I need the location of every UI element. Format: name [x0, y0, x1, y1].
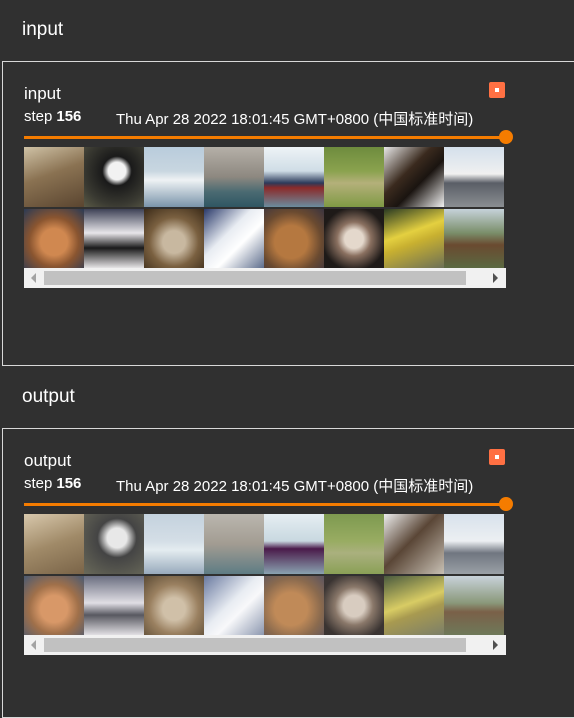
image-tile-dog-long-hair-recon [84, 576, 144, 636]
image-tile-dog-shih-tzu-recon [324, 576, 384, 636]
section-header-input[interactable]: input [0, 0, 574, 60]
scroll-right-icon[interactable] [493, 640, 498, 650]
scroll-right-icon[interactable] [493, 273, 498, 283]
image-tile-boat [144, 147, 204, 207]
step-label: step [24, 108, 53, 125]
image-tile-dog-black-white [84, 147, 144, 207]
image-tile-car-yellow-recon [384, 576, 444, 636]
scroll-left-icon[interactable] [31, 640, 36, 650]
image-tile-horse-head-recon [384, 514, 444, 574]
step-info: step 156 Thu Apr 28 2022 18:01:45 GMT+08… [24, 475, 506, 495]
image-tile-dog-shih-tzu [324, 209, 384, 269]
timestamp: Thu Apr 28 2022 18:01:45 GMT+0800 (中国标准时… [116, 478, 474, 495]
image-tile-boat-recon [144, 514, 204, 574]
scrollbar-thumb[interactable] [44, 638, 466, 652]
step-slider[interactable] [24, 130, 513, 144]
image-tile-bird-white-recon [204, 576, 264, 636]
slider-thumb[interactable] [499, 130, 513, 144]
image-grid [24, 147, 506, 269]
image-card-output: output step 156 Thu Apr 28 2022 18:01:45… [2, 428, 574, 718]
image-tile-cat-orange [24, 209, 84, 269]
image-tile-airplane [444, 147, 504, 207]
image-tile-cat-orange-recon [24, 576, 84, 636]
image-tile-dog-brown [264, 209, 324, 269]
step-label: step [24, 475, 53, 492]
step-value: 156 [56, 475, 82, 492]
horizontal-scrollbar[interactable] [24, 635, 506, 655]
section-header-output[interactable]: output [0, 367, 574, 427]
slider-thumb[interactable] [499, 497, 513, 511]
image-tile-cat-tabby-recon [144, 576, 204, 636]
expand-icon[interactable] [489, 82, 505, 98]
image-tile-dog-recon [84, 514, 144, 574]
scrollbar-thumb[interactable] [44, 271, 466, 285]
image-tile-ship [264, 147, 324, 207]
image-tile-deer-recon [324, 514, 384, 574]
slider-track [24, 136, 506, 139]
image-tile-horse-rider [24, 147, 84, 207]
image-tile-horse-brown-recon [444, 576, 504, 636]
expand-icon[interactable] [489, 449, 505, 465]
image-tile-ship-recon [264, 514, 324, 574]
card-title: input [24, 84, 61, 103]
image-tile-cat-tabby [144, 209, 204, 269]
step-slider[interactable] [24, 497, 513, 511]
image-tile-bird-white [204, 209, 264, 269]
image-tile-horse-brown [444, 209, 504, 269]
card-title: output [24, 451, 72, 470]
image-tile-deer [324, 147, 384, 207]
image-tile-horse-head [384, 147, 444, 207]
image-tile-airplane-recon [444, 514, 504, 574]
image-tile-dog-brown-recon [264, 576, 324, 636]
section-header-label: input [22, 19, 64, 40]
image-tile-horse-rider-recon [24, 514, 84, 574]
step-value: 156 [56, 108, 82, 125]
section-header-label: output [22, 386, 75, 407]
step-info: step 156 Thu Apr 28 2022 18:01:45 GMT+08… [24, 108, 506, 128]
timestamp: Thu Apr 28 2022 18:01:45 GMT+0800 (中国标准时… [116, 111, 474, 128]
horizontal-scrollbar[interactable] [24, 268, 506, 288]
image-grid-viewport [24, 147, 506, 271]
image-tile-dog-long-hair [84, 209, 144, 269]
image-tile-seal-recon [204, 514, 264, 574]
slider-track [24, 503, 506, 506]
scroll-left-icon[interactable] [31, 273, 36, 283]
image-grid [24, 514, 506, 636]
image-tile-car-yellow [384, 209, 444, 269]
image-card-input: input step 156 Thu Apr 28 2022 18:01:45 … [2, 61, 574, 366]
image-grid-viewport [24, 514, 506, 638]
image-tile-seal [204, 147, 264, 207]
